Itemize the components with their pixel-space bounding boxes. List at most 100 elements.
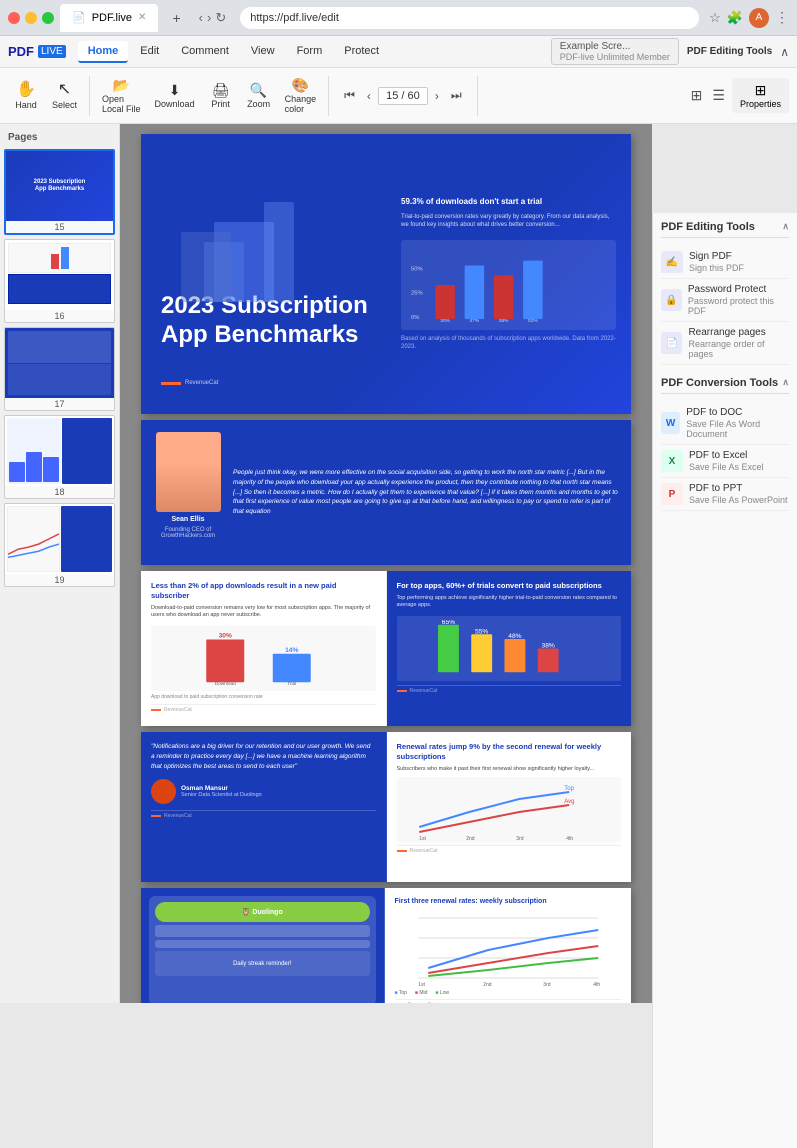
slide17-right-body: Subscribers who make it past their first…	[397, 766, 622, 774]
browser-action-icons: ☆ 🧩 A ⋮	[709, 8, 789, 28]
editing-tools-label: PDF Editing Tools	[661, 221, 755, 233]
zoom-label: Zoom	[247, 99, 270, 109]
svg-text:65%: 65%	[441, 620, 454, 626]
rearrange-pages-item[interactable]: 📄 Rearrange pages Rearrange order of pag…	[661, 322, 789, 365]
password-protect-item[interactable]: 🔒 Password Protect Password protect this…	[661, 279, 789, 322]
page-thumb-17[interactable]: 17	[4, 327, 115, 411]
slide15-chart: 0% 25% 50% 30% 47% 36% 52%	[401, 240, 616, 330]
print-icon: 🖨	[212, 83, 230, 97]
pdf-to-excel-title: PDF to Excel	[689, 450, 764, 462]
editing-tools-collapse[interactable]: ∧	[782, 221, 789, 233]
menu-icon[interactable]: ⋮	[775, 9, 789, 26]
pdf-to-doc-item[interactable]: W PDF to DOC Save File As Word Document	[661, 402, 789, 445]
close-dot[interactable]	[8, 12, 20, 24]
svg-text:38%: 38%	[541, 643, 554, 650]
page-thumb-18[interactable]: 18	[4, 415, 115, 499]
page-thumb-19[interactable]: 19	[4, 503, 115, 587]
slide15-right-heading: 59.3% of downloads don't start a trial	[401, 197, 616, 207]
tab-home[interactable]: Home	[78, 41, 129, 63]
page-thumb-16[interactable]: 16	[4, 239, 115, 323]
first-page-btn[interactable]: ⏮	[339, 86, 360, 105]
print-btn[interactable]: 🖨 Print	[203, 79, 239, 113]
tab-comment[interactable]: Comment	[171, 41, 239, 63]
collapse-header-btn[interactable]: ∧	[780, 45, 789, 59]
svg-text:47%: 47%	[470, 318, 480, 324]
properties-btn[interactable]: ⊞ Properties	[732, 78, 789, 113]
forward-btn[interactable]: ›	[207, 10, 211, 25]
svg-text:4th: 4th	[566, 836, 573, 842]
tab-form[interactable]: Form	[287, 41, 333, 63]
password-protect-sub: Password protect this PDF	[688, 296, 789, 316]
open-local-btn[interactable]: 📂 OpenLocal File	[96, 74, 147, 118]
sign-pdf-item[interactable]: ✍ Sign PDF Sign this PDF	[661, 246, 789, 279]
select-tool-btn[interactable]: ↖ Select	[46, 78, 83, 114]
svg-text:4th: 4th	[593, 982, 600, 988]
new-tab-btn[interactable]: +	[164, 8, 188, 28]
slide16-left-chart: 30% 14% Download Trial	[151, 626, 376, 691]
slide17b-chart: 1st 2nd 3rd 4th	[395, 908, 622, 988]
list-view-btn[interactable]: ☰	[709, 84, 728, 107]
rearrange-icon: 📄	[661, 332, 682, 354]
tab-edit[interactable]: Edit	[130, 41, 169, 63]
profile-icon[interactable]: A	[749, 8, 769, 28]
properties-icon: ⊞	[755, 82, 767, 99]
bookmark-icon[interactable]: ☆	[709, 10, 721, 26]
pdf-page-16-quote: Sean Ellis Founding CEO of GrowthHackers…	[141, 420, 631, 565]
pdf-content-area[interactable]: 2023 Subscription App Benchmarks Revenue…	[120, 124, 652, 1003]
svg-text:Avg: Avg	[564, 799, 574, 805]
sign-pdf-icon: ✍	[661, 251, 683, 273]
print-label: Print	[211, 99, 230, 109]
pdf-to-excel-text: PDF to Excel Save File As Excel	[689, 450, 764, 472]
back-btn[interactable]: ‹	[199, 10, 203, 25]
extensions-icon[interactable]: 🧩	[727, 10, 743, 26]
svg-text:48%: 48%	[508, 633, 521, 640]
secondary-toolbar: ✋ Hand ↖ Select 📂 OpenLocal File ⬇ Downl…	[0, 68, 797, 124]
browser-tab[interactable]: 📄 PDF.live ✕	[60, 4, 158, 32]
reload-btn[interactable]: ↻	[215, 10, 226, 26]
app-toolbar: PDF LIVE Home Edit Comment View Form Pro…	[0, 36, 797, 68]
next-page-btn[interactable]: ›	[430, 87, 444, 105]
prev-page-btn[interactable]: ‹	[362, 87, 376, 105]
pdf-page-17b: 🦉 Duolingo Daily streak reminder! 3x mor…	[141, 888, 631, 1003]
password-protect-text: Password Protect Password protect this P…	[688, 284, 789, 316]
last-page-btn[interactable]: ⏭	[446, 86, 467, 105]
svg-text:30%: 30%	[440, 318, 450, 324]
sign-pdf-title: Sign PDF	[689, 251, 744, 263]
app-logo: PDF LIVE	[8, 44, 66, 59]
pages-panel: Pages 2023 SubscriptionApp Benchmarks 15	[0, 124, 120, 1003]
toolbar-separator-3	[477, 76, 478, 116]
tab-protect[interactable]: Protect	[334, 41, 389, 63]
pdf-to-ppt-item[interactable]: P PDF to PPT Save File As PowerPoint	[661, 478, 789, 511]
nav-tabs: Home Edit Comment View Form Protect	[78, 41, 389, 63]
tab-view[interactable]: View	[241, 41, 285, 63]
editing-tools-section: PDF Editing Tools ∧ ✍ Sign PDF Sign this…	[661, 221, 789, 365]
slide15-right-body: Trial-to-paid conversion rates vary grea…	[401, 213, 616, 230]
minimize-dot[interactable]	[25, 12, 37, 24]
svg-text:1st: 1st	[419, 836, 426, 842]
hand-label: Hand	[15, 100, 37, 110]
change-color-btn[interactable]: 🎨 Changecolor	[279, 74, 323, 118]
conversion-tools-collapse[interactable]: ∧	[782, 377, 789, 389]
fullscreen-dot[interactable]	[42, 12, 54, 24]
tab-close-btn[interactable]: ✕	[138, 12, 146, 23]
main-area: Pages 2023 SubscriptionApp Benchmarks 15	[0, 124, 797, 1003]
svg-text:25%: 25%	[411, 291, 423, 297]
hand-tool-btn[interactable]: ✋ Hand	[8, 78, 44, 114]
page-thumb-16-num: 16	[5, 310, 114, 322]
grid-view-btn[interactable]: ⊞	[688, 84, 706, 107]
zoom-icon: 🔍	[250, 83, 267, 97]
pdf-to-excel-item[interactable]: X PDF to Excel Save File As Excel	[661, 445, 789, 478]
excel-icon: X	[661, 450, 683, 472]
password-protect-title: Password Protect	[688, 284, 789, 296]
page-indicator[interactable]: 15 / 60	[378, 87, 428, 105]
quote1-author-title: Founding CEO of GrowthHackers.com	[153, 527, 223, 539]
lock-icon: 🔒	[661, 289, 682, 311]
select-label: Select	[52, 100, 77, 110]
svg-text:0%: 0%	[411, 315, 419, 321]
address-bar[interactable]: https://pdf.live/edit	[240, 7, 699, 29]
page-thumb-15[interactable]: 2023 SubscriptionApp Benchmarks 15	[4, 149, 115, 235]
browser-chrome: 📄 PDF.live ✕ + ‹ › ↻ https://pdf.live/ed…	[0, 0, 797, 36]
download-btn[interactable]: ⬇ Download	[149, 79, 201, 113]
subtitle-text: PDF-live Unlimited Member	[560, 52, 670, 62]
zoom-btn[interactable]: 🔍 Zoom	[241, 79, 277, 113]
